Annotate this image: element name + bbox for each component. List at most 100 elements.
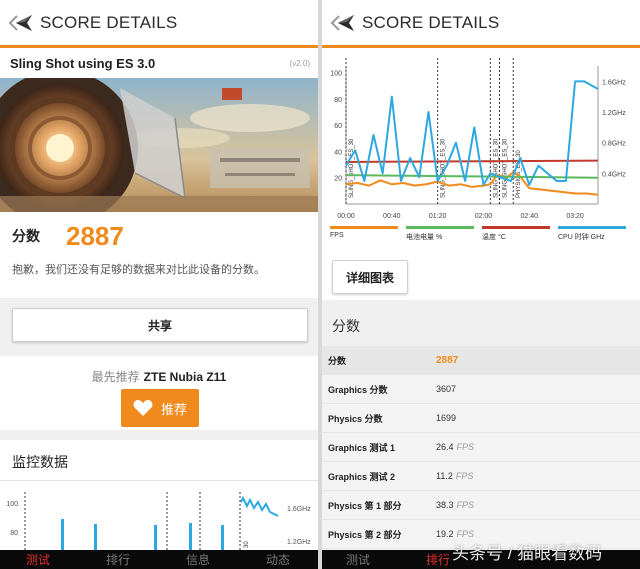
test-name: Sling Shot using ES 3.0	[10, 55, 156, 71]
nav-tab-ranking[interactable]: 排行	[426, 551, 450, 568]
legend-swatch	[406, 226, 474, 229]
chart-legend: FPS 电池电量 % 温度 °C CPU 时钟 GHz	[330, 226, 632, 246]
recommend-card: 最先推荐 ZTE Nubia Z11 推荐	[0, 356, 318, 430]
marker-label: SLING_SHOT_ES_30	[502, 138, 508, 198]
legend-item: 电池电量 %	[406, 226, 474, 242]
mini-bar	[154, 525, 157, 550]
score-row-name: Physics 第 1 部分	[328, 500, 402, 511]
legend-item: 温度 °C	[482, 226, 550, 242]
score-row-value: 1699	[436, 413, 457, 423]
y2-tick-label: 1.2GHz	[602, 110, 626, 117]
score-row-name: Physics 分数	[328, 413, 383, 424]
score-row-value: 26.4	[436, 442, 454, 452]
nav-tab-info[interactable]: 信息	[186, 551, 210, 568]
nav-tab-test[interactable]: 测试	[26, 551, 50, 568]
mini-y2-tick: 1.2GHz	[287, 539, 311, 546]
score-row-name: Graphics 测试 1	[328, 442, 396, 453]
notice-text: 抱歉，我们还没有足够的数据来对比此设备的分数。	[12, 264, 265, 276]
series-line	[345, 174, 599, 179]
nav-tab-ranking[interactable]: 排行	[106, 551, 130, 568]
legend-swatch	[482, 226, 550, 229]
chart-card: 100 80 60 40 20 1.6GHz 1.2GHz 0.8GHz 0.4GHz 00:00…	[322, 48, 640, 300]
y-tick-label: 60	[334, 123, 342, 130]
legend-item: FPS	[330, 226, 398, 239]
score-row-unit: FPS	[456, 529, 475, 539]
score-row-name: Graphics 分数	[328, 384, 388, 395]
y2-tick-label: 1.6GHz	[602, 79, 626, 86]
x-tick-label: 00:00	[337, 213, 355, 220]
mini-bar	[189, 523, 192, 550]
score-row: Physics 分数 1699	[322, 404, 640, 433]
legend-label: 温度 °C	[482, 234, 506, 241]
score-row-unit: FPS	[456, 442, 475, 452]
score-row: 分数 2887	[322, 346, 640, 375]
bottom-nav: 测试 排行 信息 动态	[0, 550, 318, 569]
section-title: 分数	[332, 318, 360, 334]
app-bar: SCORE DETAILS	[322, 0, 640, 48]
score-row-name: 分数	[328, 355, 347, 366]
score-row-unit: FPS	[456, 500, 475, 510]
legend-label: CPU 时钟 GHz	[558, 234, 605, 241]
mini-y2-tick: 1.6GHz	[287, 506, 311, 513]
legend-label: FPS	[330, 232, 344, 239]
score-row: Graphics 测试 2 11.2 FPS	[322, 462, 640, 491]
y-tick-label: 20	[334, 176, 342, 183]
right-screen: SCORE DETAILS 100 80 60 40 20 1.6GHz 1.2GHz 0.8…	[322, 0, 640, 550]
x-tick-label: 02:00	[475, 213, 493, 220]
heart-icon	[133, 399, 153, 417]
recommend-device: ZTE Nubia Z11	[143, 370, 227, 384]
detail-chart-button[interactable]: 详细图表	[332, 260, 408, 294]
mini-y-tick: 80	[10, 530, 18, 537]
legend-label: 电池电量 %	[406, 234, 443, 241]
x-tick-label: 03:20	[566, 213, 584, 220]
app-bar: SCORE DETAILS	[0, 0, 318, 48]
mini-bar	[61, 519, 64, 550]
score-row: Graphics 分数 3607	[322, 375, 640, 404]
legend-swatch	[330, 226, 398, 229]
x-tick-label: 00:40	[383, 213, 401, 220]
nav-tab-test[interactable]: 测试	[346, 551, 370, 568]
mini-marker-label: 30	[244, 541, 250, 548]
score-row-value: 11.2	[436, 471, 453, 481]
score-row-unit: FPS	[455, 471, 474, 481]
recommend-prefix: 最先推荐	[91, 370, 140, 384]
watermark: 头条号 / 猫眼看数码	[452, 544, 603, 563]
y2-tick-label: 0.4GHz	[602, 171, 626, 178]
marker-label: SLING_SHOT_ES_30	[349, 138, 355, 198]
page-title: SCORE DETAILS	[362, 12, 500, 32]
score-row-name: Physics 第 2 部分	[328, 529, 402, 540]
monitor-title: 监控数据	[12, 454, 68, 470]
recommend-button[interactable]: 推荐	[121, 389, 199, 427]
legend-item: CPU 时钟 GHz	[558, 226, 626, 242]
marker-label: SLING_SHOT_ES_30	[493, 138, 499, 198]
page-title: SCORE DETAILS	[40, 12, 178, 32]
test-version: (v2.0)	[289, 58, 310, 68]
y-tick-label: 80	[334, 97, 342, 104]
monitor-card: 监控数据 100 80 1.6GHz 1.2GHz 30	[0, 440, 318, 550]
x-tick-label: 01:20	[429, 213, 447, 220]
score-row-value: 3607	[436, 384, 457, 394]
back-icon[interactable]	[4, 8, 38, 38]
mini-bar	[221, 525, 224, 550]
test-hero-image	[0, 78, 318, 212]
score-row-name: Graphics 测试 2	[328, 471, 396, 482]
y-tick-label: 100	[330, 71, 342, 78]
score-row: Graphics 测试 1 26.4 FPS	[322, 433, 640, 462]
score-label: 分数	[12, 228, 40, 244]
mini-cpu-line	[240, 495, 279, 517]
monitor-chart: 100 80 1.6GHz 1.2GHz 30	[6, 492, 311, 550]
mini-y-tick: 100	[6, 501, 18, 508]
recommend-button-label: 推荐	[160, 401, 187, 417]
score-row-value: 2887	[436, 354, 459, 366]
monitoring-chart: 100 80 60 40 20 1.6GHz 1.2GHz 0.8GHz 0.4GHz 00:00…	[330, 58, 626, 220]
score-value: 2887	[66, 220, 124, 251]
back-icon[interactable]	[326, 8, 360, 38]
share-button[interactable]: 共享	[12, 308, 308, 342]
score-row-value: 38.3	[436, 500, 454, 510]
mini-bar	[94, 524, 97, 550]
x-tick-label: 02:40	[521, 213, 539, 220]
y2-tick-label: 0.8GHz	[602, 141, 626, 148]
score-row-value: 19.2	[436, 529, 454, 539]
nav-tab-news[interactable]: 动态	[266, 551, 290, 568]
score-row: Physics 第 1 部分 38.3 FPS	[322, 491, 640, 520]
